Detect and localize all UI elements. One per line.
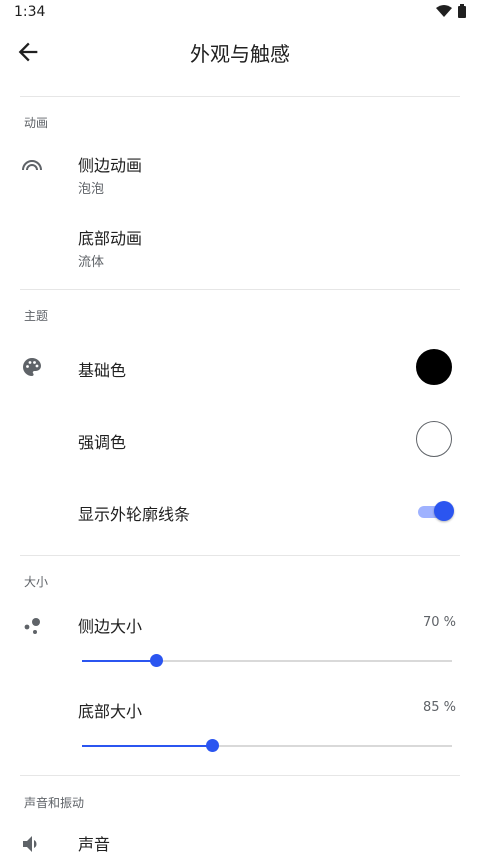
divider bbox=[20, 555, 460, 556]
animation-icon bbox=[22, 160, 42, 171]
battery-icon bbox=[458, 4, 466, 18]
divider bbox=[20, 96, 460, 97]
side-animation-title: 侧边动画 bbox=[78, 156, 143, 175]
side-animation-value: 泡泡 bbox=[78, 182, 105, 197]
slider-fill bbox=[82, 660, 156, 662]
side-size-title: 侧边大小 bbox=[78, 617, 143, 636]
bottom-animation-title: 底部动画 bbox=[78, 229, 143, 248]
status-bar: 1:34 bbox=[0, 0, 480, 24]
app-bar: 外观与触感 bbox=[0, 24, 480, 80]
status-icons bbox=[436, 4, 466, 18]
speaker-icon bbox=[23, 836, 37, 852]
bottom-size-value: 85 % bbox=[422, 700, 456, 715]
toggle-thumb bbox=[434, 501, 454, 521]
wifi-icon bbox=[436, 5, 452, 17]
bubbles-icon bbox=[24, 618, 40, 634]
palette-icon bbox=[23, 358, 41, 376]
slider-knob[interactable] bbox=[150, 654, 163, 667]
bottom-size-title: 底部大小 bbox=[78, 702, 143, 721]
section-header-theme: 主题 bbox=[24, 309, 49, 323]
section-header-animation: 动画 bbox=[24, 116, 49, 130]
section-header-size: 大小 bbox=[24, 575, 49, 589]
sound-title: 声音 bbox=[78, 835, 111, 854]
slider-knob[interactable] bbox=[205, 739, 219, 752]
base-color-title: 基础色 bbox=[78, 361, 127, 380]
page-title: 外观与触感 bbox=[190, 42, 290, 66]
accent-color-swatch[interactable] bbox=[416, 421, 452, 457]
divider bbox=[20, 289, 460, 290]
outline-toggle[interactable] bbox=[416, 500, 454, 522]
outline-title: 显示外轮廓线条 bbox=[78, 505, 191, 524]
bottom-size-slider[interactable] bbox=[82, 738, 452, 754]
slider-fill bbox=[82, 745, 212, 747]
accent-color-title: 强调色 bbox=[78, 433, 127, 452]
section-header-sound: 声音和振动 bbox=[24, 796, 85, 810]
status-time: 1:34 bbox=[14, 4, 46, 20]
bottom-animation-value: 流体 bbox=[78, 255, 105, 270]
side-size-value: 70 % bbox=[422, 615, 456, 630]
side-size-slider[interactable] bbox=[82, 653, 452, 669]
divider bbox=[20, 775, 460, 776]
base-color-swatch[interactable] bbox=[416, 349, 452, 385]
